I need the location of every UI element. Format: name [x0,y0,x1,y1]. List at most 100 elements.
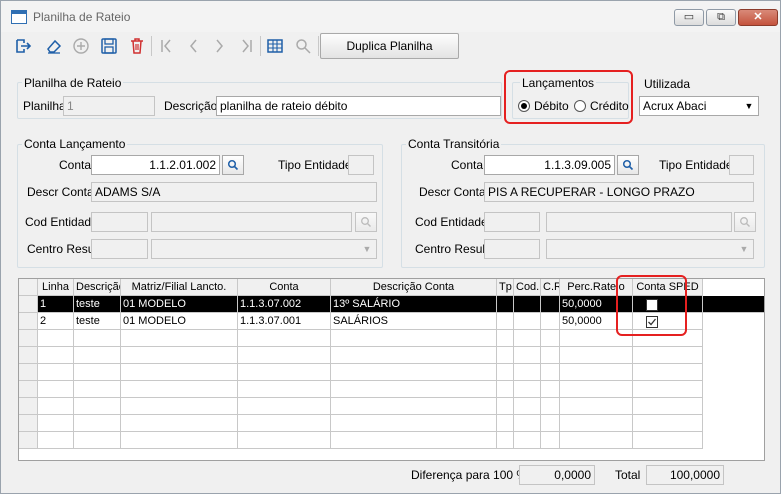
cell-descricao-conta[interactable]: SALÁRIOS [331,313,497,330]
conta-transitoria-search-button[interactable] [617,155,639,175]
row-indicator[interactable] [19,296,38,313]
empty-cell[interactable] [121,330,238,347]
empty-cell[interactable] [38,398,74,415]
column-header[interactable]: Linha [38,279,74,296]
cell-tp[interactable] [497,313,514,330]
empty-cell[interactable] [541,432,560,449]
empty-cell[interactable] [514,381,541,398]
conta-lancamento-search-button[interactable] [222,155,244,175]
empty-cell[interactable] [633,415,703,432]
empty-cell[interactable] [121,347,238,364]
delete-button[interactable] [125,34,149,58]
empty-cell[interactable] [331,432,497,449]
empty-cell[interactable] [497,347,514,364]
empty-cell[interactable] [38,364,74,381]
close-button[interactable]: ✕ [738,9,778,26]
cell-descricao[interactable]: teste [74,313,121,330]
empty-cell[interactable] [121,364,238,381]
column-header[interactable]: Descrição Conta [331,279,497,296]
empty-cell[interactable] [74,330,121,347]
empty-cell[interactable] [238,415,331,432]
empty-cell[interactable] [74,347,121,364]
empty-cell[interactable] [560,364,633,381]
cell-tp[interactable] [497,296,514,313]
empty-cell[interactable] [121,398,238,415]
cell-cr[interactable] [541,313,560,330]
empty-cell[interactable] [74,432,121,449]
empty-cell[interactable] [331,398,497,415]
cell-linha[interactable]: 2 [38,313,74,330]
empty-cell[interactable] [541,330,560,347]
search-button[interactable] [291,34,315,58]
cell-matriz[interactable]: 01 MODELO [121,313,238,330]
empty-cell[interactable] [497,415,514,432]
empty-cell[interactable] [514,432,541,449]
empty-cell[interactable] [560,381,633,398]
row-indicator[interactable] [19,398,38,415]
empty-cell[interactable] [121,415,238,432]
empty-cell[interactable] [497,381,514,398]
descr-conta-field[interactable]: PIS A RECUPERAR - LONGO PRAZO [484,182,754,202]
empty-cell[interactable] [38,415,74,432]
cod-entidade-search-button[interactable] [355,212,377,232]
descr-conta-field[interactable]: ADAMS S/A [91,182,377,202]
empty-cell[interactable] [497,330,514,347]
centro-result-field[interactable] [91,239,148,259]
empty-cell[interactable] [38,432,74,449]
empty-cell[interactable] [74,398,121,415]
empty-cell[interactable] [514,330,541,347]
empty-cell[interactable] [560,415,633,432]
empty-cell[interactable] [514,415,541,432]
empty-cell[interactable] [560,398,633,415]
empty-cell[interactable] [633,364,703,381]
column-header[interactable]: C.R [541,279,560,296]
cell-descricao[interactable]: teste [74,296,121,313]
cell-cr[interactable] [541,296,560,313]
planilha-number-field[interactable]: 1 [63,96,155,116]
cod-entidade-name-field[interactable] [546,212,732,232]
empty-cell[interactable] [238,398,331,415]
row-indicator[interactable] [19,415,38,432]
empty-cell[interactable] [541,381,560,398]
empty-cell[interactable] [541,398,560,415]
empty-cell[interactable] [633,398,703,415]
tipo-entidade-field[interactable] [348,155,374,175]
empty-cell[interactable] [238,364,331,381]
empty-cell[interactable] [497,398,514,415]
last-record-button[interactable] [235,34,259,58]
empty-cell[interactable] [331,347,497,364]
grid-view-button[interactable] [263,34,287,58]
save-button[interactable] [97,34,121,58]
empty-cell[interactable] [633,381,703,398]
empty-cell[interactable] [121,381,238,398]
empty-cell[interactable] [331,330,497,347]
empty-cell[interactable] [514,398,541,415]
cell-descricao-conta[interactable]: 13º SALÁRIO [331,296,497,313]
previous-record-button[interactable] [181,34,205,58]
cell-conta[interactable]: 1.1.3.07.001 [238,313,331,330]
empty-cell[interactable] [331,364,497,381]
row-indicator[interactable] [19,313,38,330]
empty-cell[interactable] [74,415,121,432]
column-header[interactable]: Cod. [514,279,541,296]
empty-cell[interactable] [497,364,514,381]
row-indicator[interactable] [19,330,38,347]
cod-entidade-name-field[interactable] [151,212,352,232]
empty-cell[interactable] [541,347,560,364]
exit-button[interactable] [11,34,35,58]
centro-result-select[interactable]: ▼ [151,239,377,259]
empty-cell[interactable] [331,381,497,398]
empty-cell[interactable] [331,415,497,432]
empty-cell[interactable] [38,347,74,364]
clear-button[interactable] [42,34,66,58]
empty-cell[interactable] [541,364,560,381]
first-record-button[interactable] [154,34,178,58]
cod-entidade-field[interactable] [484,212,540,232]
cell-cod[interactable] [514,313,541,330]
centro-result-select[interactable]: ▼ [546,239,754,259]
empty-cell[interactable] [38,381,74,398]
conta-lancamento-field[interactable]: 1.1.2.01.002 [91,155,220,175]
empty-cell[interactable] [633,347,703,364]
maximize-button[interactable]: ⧉ [706,9,736,26]
column-header[interactable]: Matriz/Filial Lancto. [121,279,238,296]
